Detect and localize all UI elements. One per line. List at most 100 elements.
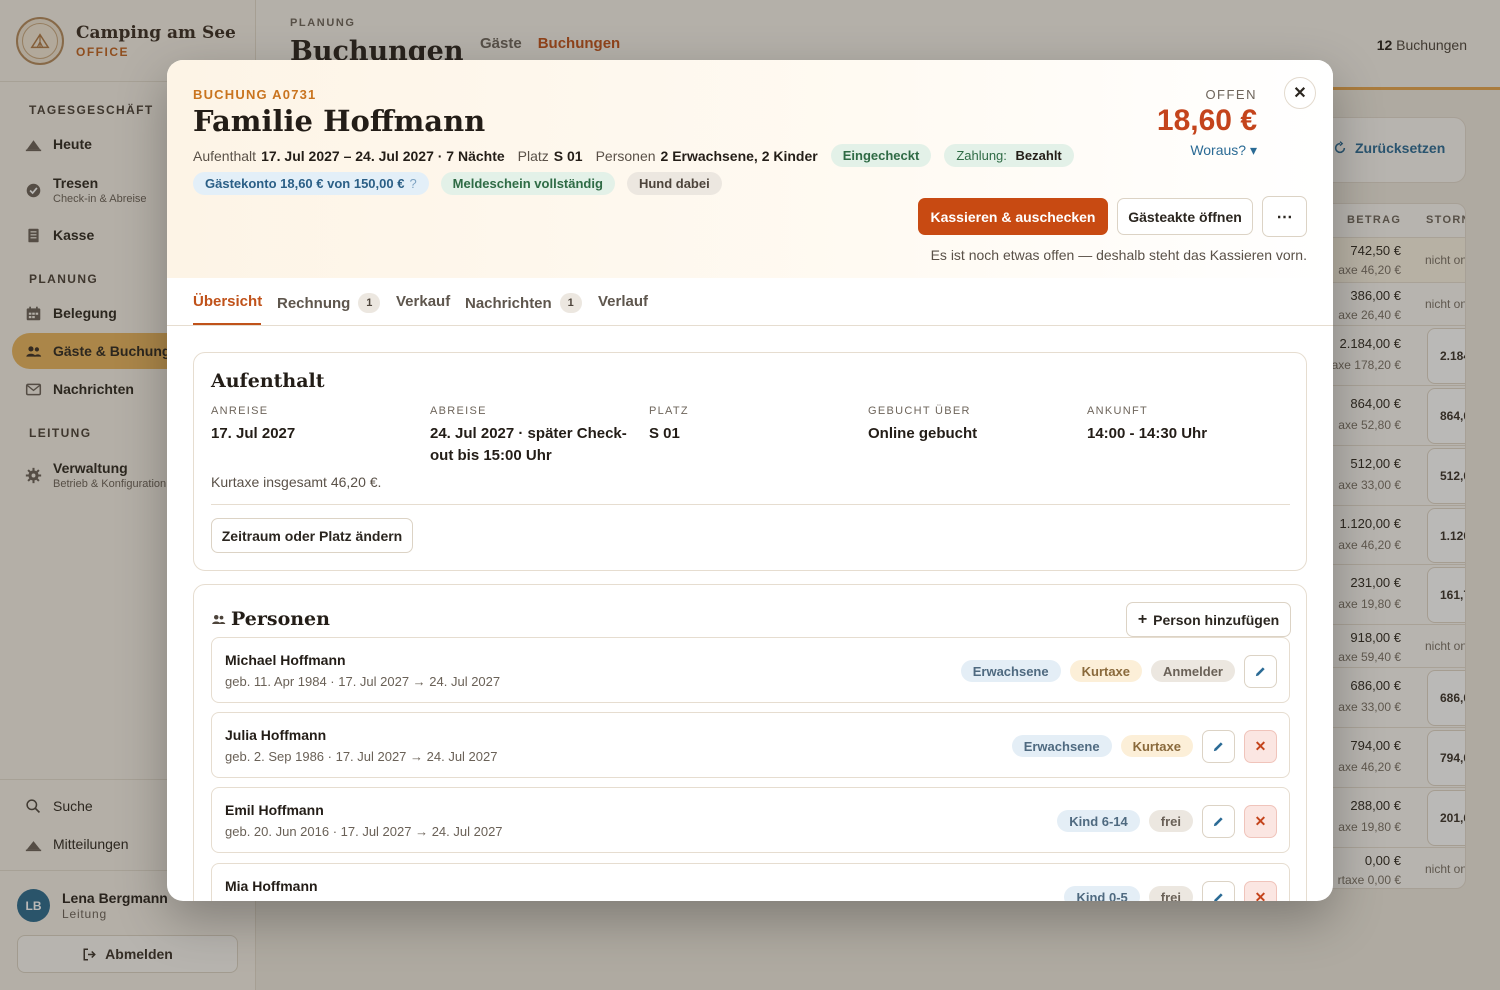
field-value-arrival: 17. Jul 2027 (211, 425, 296, 442)
registration-badge: Meldeschein vollständig (440, 172, 615, 195)
pencil-icon (1213, 741, 1223, 751)
person-tag: frei (1148, 886, 1193, 901)
pitch-label: Platz (517, 147, 549, 164)
booking-number: BUCHUNG A0731 (193, 87, 317, 102)
field-label-pitch: PLATZ (649, 405, 689, 417)
person-detail: geb. 11. Apr 1984 · 17. Jul 2027 → 24. J… (225, 674, 501, 689)
persons-card-title: Personen (211, 608, 330, 630)
guest-account-label: Gästekonto 18,60 € von 150,00 € (205, 176, 405, 191)
tab-rechnung[interactable]: Rechnung 1 (277, 293, 381, 313)
person-row: Mia Hoffmann Kind 0-5 frei ✕ (211, 863, 1290, 901)
edit-person-button[interactable] (1202, 804, 1235, 838)
count-badge: 1 (358, 293, 381, 313)
edit-person-button[interactable] (1244, 654, 1277, 688)
tab-label: Verkauf (396, 293, 451, 310)
field-label-arrival-time: ANKUNFT (1087, 405, 1149, 417)
field-label-booked-via: GEBUCHT ÜBER (868, 405, 971, 417)
pencil-icon (1214, 892, 1223, 901)
status-badge-checked-in: Eingecheckt (830, 144, 932, 167)
more-button[interactable]: ⋯ (1262, 196, 1307, 237)
tab-label: Übersicht (193, 293, 263, 310)
stay-card-title: Aufenthalt (211, 370, 325, 392)
open-amount: 18,60 € (1156, 104, 1257, 137)
more-icon: ⋯ (1276, 208, 1293, 226)
person-detail: geb. 20. Jun 2016 · 17. Jul 2027 → 24. J… (225, 824, 503, 839)
booking-meta: Aufenthalt 17. Jul 2027 – 24. Jul 2027 ·… (193, 144, 1074, 167)
person-tag: Kurtaxe (1069, 660, 1143, 682)
change-stay-button[interactable]: Zeitraum oder Platz ändern (211, 518, 413, 553)
close-icon: ✕ (1293, 85, 1307, 102)
field-value-departure: 24. Jul 2027 · später Check-out bis 15:0… (430, 425, 627, 464)
stay-card: Aufenthalt ANREISE 17. Jul 2027 ABREISE … (193, 352, 1307, 571)
close-icon: ✕ (1254, 812, 1267, 829)
edit-person-button[interactable] (1202, 729, 1235, 763)
remove-person-button[interactable]: ✕ (1244, 729, 1277, 763)
tourist-tax-note: Kurtaxe insgesamt 46,20 €. (211, 474, 382, 490)
modal-header: BUCHUNG A0731 Familie Hoffmann Aufenthal… (167, 60, 1333, 278)
tab-label: Rechnung (277, 294, 351, 312)
divider (211, 504, 1290, 505)
person-tag: Kurtaxe (1120, 735, 1193, 757)
close-icon: ✕ (1254, 888, 1267, 902)
person-name: Michael Hoffmann (225, 652, 346, 668)
guest-account-badge[interactable]: Gästekonto 18,60 € von 150,00 € ? (193, 172, 429, 195)
tab-label: Nachrichten (465, 294, 552, 312)
person-row: Emil Hoffmann geb. 20. Jun 2016 · 17. Jul… (211, 787, 1290, 853)
person-tags: Erwachsene Kurtaxe ✕ (1011, 713, 1289, 779)
active-tab-indicator (193, 323, 261, 325)
open-guest-file-button[interactable]: Gästeakte öffnen (1117, 198, 1253, 235)
field-label-departure: ABREISE (430, 405, 487, 417)
person-name: Emil Hoffmann (225, 802, 324, 818)
remove-person-button[interactable]: ✕ (1244, 804, 1277, 838)
payment-label: Zahlung: (956, 148, 1007, 163)
person-tags: Kind 0-5 frei ✕ (1064, 864, 1289, 901)
person-tag: frei (1148, 810, 1193, 832)
edit-person-button[interactable] (1202, 880, 1235, 901)
person-tag: Erwachsene (960, 660, 1061, 682)
status-badge-payment: Zahlung: Bezahlt (944, 144, 1074, 167)
person-row: Julia Hoffmann geb. 2. Sep 1986 · 17. Jul… (211, 712, 1290, 778)
users-icon (212, 614, 226, 624)
person-detail: geb. 2. Sep 1986 · 17. Jul 2027 → 24. Ju… (225, 749, 498, 764)
booking-pills: Gästekonto 18,60 € von 150,00 € ? Meldes… (193, 172, 722, 195)
add-person-button[interactable]: + Person hinzufügen (1126, 602, 1291, 637)
person-tag: Erwachsene (1011, 735, 1112, 757)
tab-nachrichten[interactable]: Nachrichten 1 (465, 293, 582, 313)
person-tag: Kind 6-14 (1057, 810, 1140, 832)
person-name: Julia Hoffmann (225, 727, 327, 743)
add-person-label: Person hinzufügen (1153, 611, 1280, 628)
plus-icon: + (1137, 610, 1148, 628)
person-tags: Erwachsene Kurtaxe Anmelder (960, 638, 1289, 704)
person-tag: Kind 0-5 (1064, 886, 1140, 901)
count-badge: 1 (559, 293, 582, 313)
field-value-pitch: S 01 (649, 425, 680, 442)
person-tag: Anmelder (1151, 660, 1235, 682)
tab-verlauf[interactable]: Verlauf (598, 293, 648, 310)
help-icon[interactable]: ? (409, 176, 416, 191)
field-label-arrival: ANREISE (211, 405, 269, 417)
pencil-icon (1213, 816, 1223, 826)
close-icon: ✕ (1254, 737, 1267, 754)
booking-modal: BUCHUNG A0731 Familie Hoffmann Aufenthal… (167, 60, 1333, 901)
close-button[interactable]: ✕ (1284, 77, 1316, 109)
pencil-icon (1255, 666, 1265, 676)
stay-label: Aufenthalt (193, 147, 257, 164)
remove-person-button[interactable]: ✕ (1244, 880, 1277, 902)
tab-verkauf[interactable]: Verkauf (396, 293, 450, 310)
checkout-button[interactable]: Kassieren & auschecken (918, 198, 1108, 235)
person-name: Mia Hoffmann (225, 878, 318, 894)
pitch-value: S 01 (553, 147, 583, 164)
persons-value: 2 Erwachsene, 2 Kinder (660, 147, 818, 164)
field-value-arrival-time: 14:00 - 14:30 Uhr (1087, 425, 1208, 442)
persons-card: Personen + Person hinzufügen Michael Hof… (193, 584, 1307, 901)
breakdown-link[interactable]: Woraus? ▾ (1190, 142, 1257, 159)
persons-label: Personen (595, 147, 656, 164)
person-tags: Kind 6-14 frei ✕ (1057, 788, 1289, 854)
modal-tabs: Übersicht Rechnung 1 Verkauf Nachrichten 1… (167, 278, 1333, 326)
open-label: OFFEN (1205, 87, 1257, 102)
persons-title-label: Personen (231, 608, 330, 630)
stay-value: 17. Jul 2027 – 24. Jul 2027 · 7 Nächte (261, 147, 505, 164)
tab-uebersicht[interactable]: Übersicht (193, 293, 262, 310)
person-row: Michael Hoffmann geb. 11. Apr 1984 · 17. … (211, 637, 1290, 703)
tab-label: Verlauf (598, 293, 649, 310)
